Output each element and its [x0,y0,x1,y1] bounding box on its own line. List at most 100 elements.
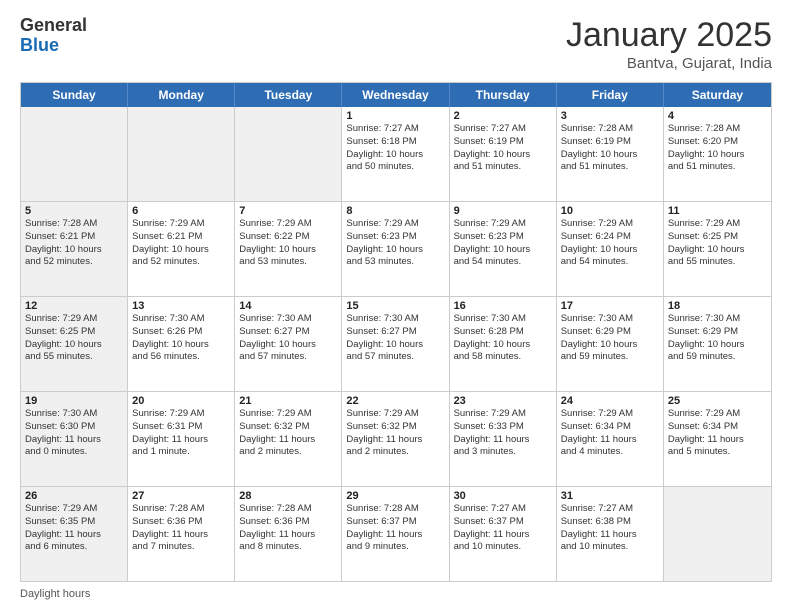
calendar-header: SundayMondayTuesdayWednesdayThursdayFrid… [21,83,771,107]
day-number: 11 [668,205,767,217]
day-number: 31 [561,490,659,502]
calendar-row: 26Sunrise: 7:29 AMSunset: 6:35 PMDayligh… [21,487,771,581]
cell-info-line: Sunrise: 7:28 AM [561,123,659,136]
weekday-header: Sunday [21,83,128,107]
weekday-header: Monday [128,83,235,107]
day-number: 22 [346,395,444,407]
weekday-header: Tuesday [235,83,342,107]
cell-info-line: Daylight: 10 hours [25,339,123,352]
cell-info-line: and 0 minutes. [25,446,123,459]
calendar-cell: 9Sunrise: 7:29 AMSunset: 6:23 PMDaylight… [450,202,557,296]
day-number: 15 [346,300,444,312]
calendar-cell: 8Sunrise: 7:29 AMSunset: 6:23 PMDaylight… [342,202,449,296]
cell-info-line: Sunrise: 7:29 AM [25,313,123,326]
logo: General Blue [20,16,87,56]
calendar-cell: 7Sunrise: 7:29 AMSunset: 6:22 PMDaylight… [235,202,342,296]
calendar-cell: 28Sunrise: 7:28 AMSunset: 6:36 PMDayligh… [235,487,342,581]
day-number: 7 [239,205,337,217]
cell-info-line: Sunset: 6:37 PM [346,516,444,529]
calendar-cell: 26Sunrise: 7:29 AMSunset: 6:35 PMDayligh… [21,487,128,581]
cell-info-line: Sunset: 6:34 PM [668,421,767,434]
calendar-cell [21,107,128,201]
cell-info-line: and 10 minutes. [454,541,552,554]
cell-info-line: Daylight: 11 hours [25,529,123,542]
cell-info-line: Sunset: 6:25 PM [668,231,767,244]
cell-info-line: Sunrise: 7:29 AM [454,218,552,231]
cell-info-line: Daylight: 11 hours [239,529,337,542]
logo-blue: Blue [20,36,87,56]
page: General Blue January 2025 Bantva, Gujara… [0,0,792,612]
day-number: 27 [132,490,230,502]
cell-info-line: and 54 minutes. [454,256,552,269]
day-number: 16 [454,300,552,312]
cell-info-line: Sunrise: 7:28 AM [346,503,444,516]
cell-info-line: Sunrise: 7:29 AM [239,218,337,231]
day-number: 30 [454,490,552,502]
cell-info-line: and 59 minutes. [561,351,659,364]
cell-info-line: Daylight: 11 hours [25,434,123,447]
cell-info-line: and 53 minutes. [346,256,444,269]
cell-info-line: Sunrise: 7:30 AM [454,313,552,326]
cell-info-line: Sunrise: 7:29 AM [132,408,230,421]
weekday-header: Saturday [664,83,771,107]
calendar-row: 1Sunrise: 7:27 AMSunset: 6:18 PMDaylight… [21,107,771,202]
calendar-cell: 18Sunrise: 7:30 AMSunset: 6:29 PMDayligh… [664,297,771,391]
cell-info-line: Sunrise: 7:29 AM [25,503,123,516]
cell-info-line: and 2 minutes. [239,446,337,459]
cell-info-line: Sunset: 6:22 PM [239,231,337,244]
cell-info-line: Daylight: 11 hours [132,529,230,542]
calendar-cell: 12Sunrise: 7:29 AMSunset: 6:25 PMDayligh… [21,297,128,391]
cell-info-line: Sunrise: 7:29 AM [454,408,552,421]
day-number: 13 [132,300,230,312]
logo-text: General Blue [20,16,87,56]
cell-info-line: Sunrise: 7:28 AM [239,503,337,516]
day-number: 8 [346,205,444,217]
day-number: 28 [239,490,337,502]
cell-info-line: Sunrise: 7:28 AM [25,218,123,231]
cell-info-line: Sunset: 6:23 PM [454,231,552,244]
day-number: 25 [668,395,767,407]
cell-info-line: and 57 minutes. [239,351,337,364]
cell-info-line: and 3 minutes. [454,446,552,459]
cell-info-line: Sunset: 6:30 PM [25,421,123,434]
month-title: January 2025 [566,16,772,55]
day-number: 20 [132,395,230,407]
cell-info-line: Daylight: 11 hours [132,434,230,447]
cell-info-line: Daylight: 10 hours [668,244,767,257]
cell-info-line: and 58 minutes. [454,351,552,364]
calendar-cell: 25Sunrise: 7:29 AMSunset: 6:34 PMDayligh… [664,392,771,486]
cell-info-line: Sunrise: 7:30 AM [239,313,337,326]
cell-info-line: Sunrise: 7:30 AM [668,313,767,326]
footer-note: Daylight hours [20,588,772,600]
cell-info-line: Sunset: 6:33 PM [454,421,552,434]
day-number: 3 [561,110,659,122]
calendar-cell: 13Sunrise: 7:30 AMSunset: 6:26 PMDayligh… [128,297,235,391]
cell-info-line: and 51 minutes. [668,161,767,174]
cell-info-line: Daylight: 11 hours [561,529,659,542]
day-number: 9 [454,205,552,217]
day-number: 19 [25,395,123,407]
weekday-header: Thursday [450,83,557,107]
cell-info-line: Sunrise: 7:29 AM [561,218,659,231]
cell-info-line: Sunset: 6:19 PM [561,136,659,149]
cell-info-line: and 52 minutes. [132,256,230,269]
cell-info-line: Sunrise: 7:28 AM [132,503,230,516]
calendar-cell: 21Sunrise: 7:29 AMSunset: 6:32 PMDayligh… [235,392,342,486]
cell-info-line: Sunset: 6:18 PM [346,136,444,149]
cell-info-line: Daylight: 11 hours [454,529,552,542]
cell-info-line: and 52 minutes. [25,256,123,269]
cell-info-line: Daylight: 11 hours [346,529,444,542]
cell-info-line: Sunrise: 7:27 AM [454,503,552,516]
cell-info-line: and 56 minutes. [132,351,230,364]
calendar-cell: 31Sunrise: 7:27 AMSunset: 6:38 PMDayligh… [557,487,664,581]
calendar-cell [235,107,342,201]
cell-info-line: Daylight: 11 hours [454,434,552,447]
day-number: 23 [454,395,552,407]
location-subtitle: Bantva, Gujarat, India [566,55,772,72]
cell-info-line: Daylight: 10 hours [454,149,552,162]
cell-info-line: Sunset: 6:36 PM [132,516,230,529]
calendar-cell: 14Sunrise: 7:30 AMSunset: 6:27 PMDayligh… [235,297,342,391]
cell-info-line: and 53 minutes. [239,256,337,269]
cell-info-line: Sunset: 6:21 PM [25,231,123,244]
cell-info-line: and 7 minutes. [132,541,230,554]
